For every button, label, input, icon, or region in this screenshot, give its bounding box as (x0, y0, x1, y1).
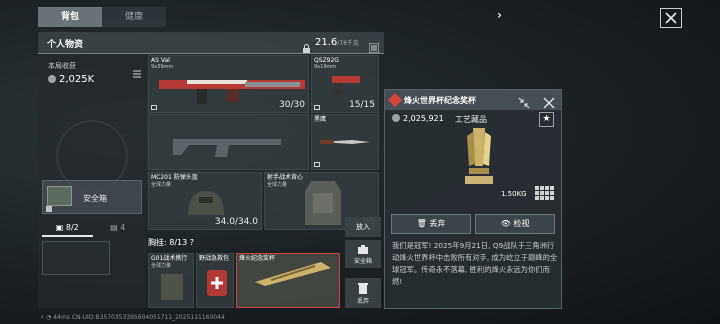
shrink-icon[interactable] (518, 94, 530, 109)
chevron-right-icon[interactable]: › (497, 8, 502, 22)
weapon-slot-sidearm[interactable]: QSZ92G 9x19mm 15/15 (311, 55, 379, 113)
trophy-icon (255, 262, 331, 286)
weapon-slot-empty[interactable] (148, 114, 309, 170)
helmet-slot[interactable]: MC201 防弹头盔 全球力量 34.0/34.0 (148, 172, 262, 230)
personal-items-title: 个人物资 (47, 40, 84, 50)
detail-header: 烽火世界杯纪念奖杯 (385, 90, 561, 110)
trophy-icon (465, 128, 493, 184)
inspect-item-button[interactable]: 👁 检视 (475, 214, 555, 234)
loot-label: 本局收获 (48, 62, 76, 70)
item-brand: 全球力量 (267, 182, 288, 188)
rig-item-trophy[interactable]: 烽火纪念奖杯 (236, 253, 340, 308)
top-tabs: 背包 健康 (38, 7, 166, 27)
attachment-icon (314, 162, 320, 167)
attachment-icon (314, 105, 320, 110)
safebox-button[interactable]: 安全箱 (345, 240, 381, 268)
item-detail-panel: 烽火世界杯纪念奖杯 2,025,921 工艺藏品 ★ 1.50KG 🗑 丢弃 👁… (384, 89, 562, 309)
container-slots[interactable] (42, 241, 110, 275)
item-name: 射手战术背心 (267, 174, 304, 181)
tab-health[interactable]: 健康 (102, 7, 166, 27)
detail-weight: 1.50KG (501, 190, 527, 198)
weapon-slot-primary[interactable]: AS Val 9x39mm 30/30 (148, 55, 309, 113)
container-tabs: ▣ 8/2 ▤ 4 (42, 219, 143, 237)
detail-title: 烽火世界杯纪念奖杯 (404, 96, 476, 105)
chest-rig-capacity: 胸挂: 8/13 ? (148, 238, 194, 247)
rarity-diamond-icon (387, 92, 403, 108)
personal-items-header: 个人物资 21.6/78千克 (38, 32, 384, 54)
put-in-button[interactable]: 放入 (345, 217, 381, 237)
ammo-count: 30/30 (279, 100, 305, 110)
helmet-icon (188, 191, 224, 215)
close-icon[interactable] (543, 94, 555, 109)
item-name: 黑鹰 (314, 116, 327, 123)
safebox-button-label: 安全箱 (353, 258, 372, 265)
help-icon[interactable]: ? (190, 238, 194, 247)
trash-icon (358, 283, 368, 294)
tab-backpack[interactable]: 背包 (38, 7, 102, 27)
weight-readout: 21.6/78千克 (315, 37, 359, 48)
attachment-icon (151, 105, 157, 110)
chest-rig-icon (161, 274, 183, 300)
item-caliber: 9x19mm (314, 64, 337, 70)
ammo-count: 15/15 (349, 100, 375, 110)
star-icon[interactable]: ★ (539, 112, 554, 127)
knife-icon (320, 140, 370, 144)
item-name: MC201 防弹头盔 (151, 174, 198, 181)
coin-icon (48, 75, 56, 83)
close-icon[interactable] (660, 8, 682, 28)
status-bar: ⚡ ◔ 44ms CN-UID:B3570353395604051711_202… (40, 314, 225, 321)
safebox-icon (358, 245, 368, 254)
left-column: 本局收获 2,025K 安全箱 ▣ 8/2 ▤ 4 (38, 55, 146, 308)
discard-button[interactable]: 丢弃 (345, 278, 381, 308)
wifi-icon: ⚡ ◔ (40, 314, 52, 321)
safebox-label: 安全箱 (83, 194, 107, 203)
item-brand: 全球力量 (151, 182, 172, 188)
item-name: G01战术携行 (151, 255, 188, 262)
melee-slot[interactable]: 黑鹰 (311, 114, 379, 170)
loot-value: 2,025K (48, 74, 94, 85)
item-name: 野战急救包 (199, 255, 230, 262)
tab-storage[interactable]: ▤ 4 (93, 219, 144, 237)
coin-icon (392, 114, 400, 122)
rig-item[interactable]: 野战急救包 (196, 253, 234, 308)
grid-icon (535, 185, 555, 200)
detail-description: 我们是冠军! 2025年9月21日, Q9战队于三角洲行动烽火世界杯中击败所有对… (392, 241, 558, 286)
menu-icon[interactable] (132, 64, 142, 78)
medkit-icon (207, 270, 227, 296)
item-brand: 全球力量 (151, 263, 172, 269)
tab-medkit[interactable]: ▣ 8/2 (42, 219, 93, 237)
item-name: QSZ92G (314, 57, 339, 64)
ping-readout: 44ms (53, 314, 70, 321)
vest-icon (305, 181, 341, 225)
lock-icon (302, 38, 311, 53)
lock-icon (46, 206, 52, 212)
rifle-silhouette-icon (173, 139, 281, 157)
pistol-icon (332, 76, 360, 95)
loot-panel: 本局收获 2,025K (42, 58, 143, 90)
safebox-slot[interactable]: 安全箱 (42, 180, 142, 214)
discard-button-label: 丢弃 (356, 298, 369, 305)
durability: 34.0/34.0 (214, 217, 258, 227)
discard-item-button[interactable]: 🗑 丢弃 (391, 214, 471, 234)
item-name: AS Val (151, 57, 170, 64)
menu-icon[interactable] (368, 38, 380, 54)
detail-category: 工艺藏品 (455, 115, 487, 124)
rig-item[interactable]: G01战术携行 全球力量 (148, 253, 194, 308)
safebox-icon (47, 186, 72, 206)
detail-price: 2,025,921 (392, 114, 444, 123)
uid-readout: CN-UID:B3570353395604051711_202511116004… (71, 314, 225, 321)
